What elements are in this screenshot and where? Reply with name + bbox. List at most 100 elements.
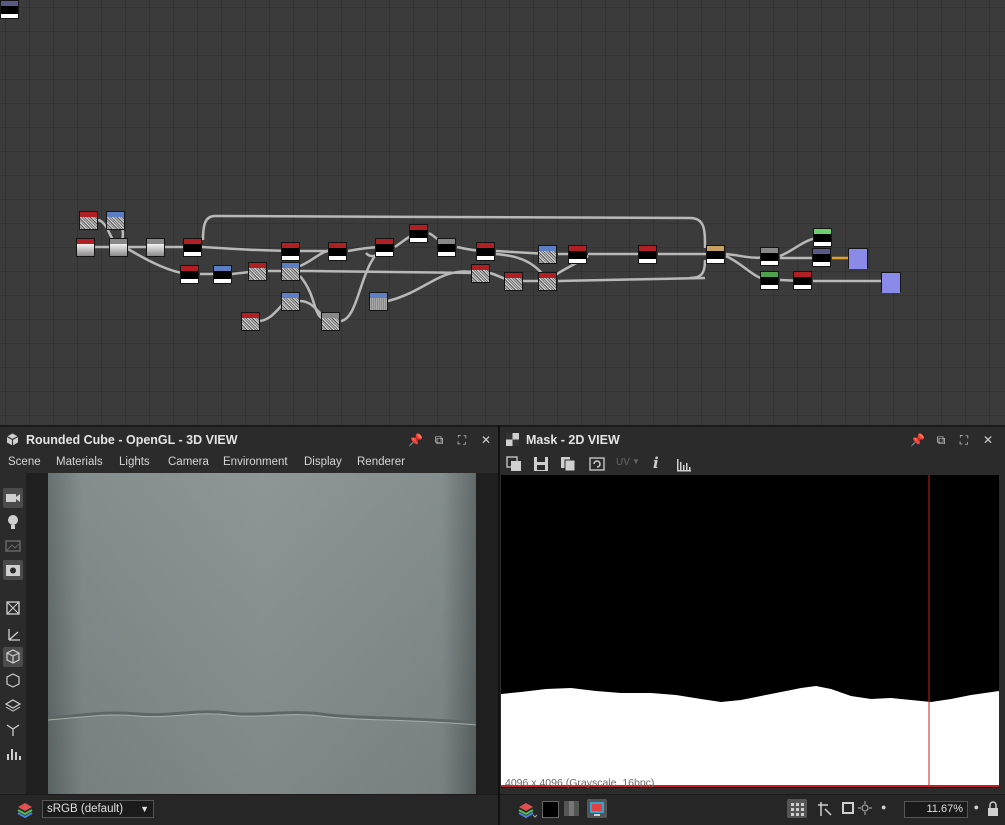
graph-node[interactable] [848, 248, 868, 269]
cube-icon [6, 433, 19, 446]
zoom-field[interactable]: 11.67% [904, 801, 968, 818]
save-icon[interactable] [533, 456, 549, 472]
menu-display[interactable]: Display [304, 456, 342, 468]
close-icon[interactable]: ✕ [981, 433, 995, 447]
panel-2d-view: Mask - 2D VIEW 📌 ⧉ ⛶ ✕ UV ▼ i 4096 x 409… [500, 425, 1005, 825]
menu-environment[interactable]: Environment [223, 456, 288, 468]
graph-node[interactable] [76, 238, 95, 257]
lock-icon[interactable] [985, 800, 1001, 817]
checker-background-button[interactable] [564, 801, 579, 816]
axis-icon[interactable] [3, 624, 23, 644]
graph-node[interactable] [471, 264, 490, 283]
panel-2d-toolbar: UV ▼ i [500, 453, 1005, 475]
graph-node[interactable] [813, 228, 832, 247]
graph-node[interactable] [538, 245, 557, 264]
graph-node[interactable] [321, 312, 340, 331]
node-graph-canvas[interactable] [0, 0, 1005, 425]
pixel-info-icon[interactable] [816, 800, 834, 818]
pin-icon[interactable]: 📌 [408, 433, 423, 447]
light-icon[interactable] [3, 512, 23, 532]
colorspace-select[interactable]: sRGB (default) ▼ [42, 800, 154, 818]
panel-3d-title: Rounded Cube - OpenGL - 3D VIEW [26, 433, 238, 447]
graph-node[interactable] [409, 224, 428, 243]
panel-3d-titlebar: Rounded Cube - OpenGL - 3D VIEW 📌 ⧉ ⛶ ✕ [0, 425, 498, 454]
zoom-in-icon[interactable]: ● [974, 802, 979, 812]
graph-node[interactable] [213, 265, 232, 284]
copy-icon[interactable] [560, 456, 576, 472]
menu-scene[interactable]: Scene [8, 456, 41, 468]
graph-node[interactable] [79, 211, 98, 230]
graph-node[interactable] [146, 238, 165, 257]
viewport-2d[interactable]: 4096 x 4096 (Grayscale, 16bpc) [501, 475, 999, 788]
center-icon[interactable] [857, 800, 873, 816]
close-icon[interactable]: ✕ [479, 433, 493, 447]
graph-node[interactable] [437, 238, 456, 257]
maximize-icon[interactable]: ⛶ [957, 433, 971, 447]
graph-node[interactable] [248, 262, 267, 281]
zoom-value: 11.67% [926, 803, 964, 815]
fit-view-icon[interactable] [506, 456, 522, 472]
graph-node[interactable] [180, 265, 199, 284]
graph-node[interactable] [706, 245, 725, 264]
float-icon[interactable]: ⧉ [432, 433, 446, 447]
graph-node[interactable] [638, 245, 657, 264]
graph-node[interactable] [109, 238, 128, 257]
graph-node[interactable] [369, 292, 388, 311]
graph-node[interactable] [241, 312, 260, 331]
viewport-3d[interactable] [26, 473, 498, 795]
uv-toggle[interactable]: UV [616, 457, 630, 468]
maximize-icon[interactable]: ⛶ [455, 433, 469, 447]
menu-camera[interactable]: Camera [168, 456, 209, 468]
pivot-icon[interactable] [3, 719, 23, 739]
panel-3d-toolbar [0, 473, 26, 795]
panel-2d-title: Mask - 2D VIEW [526, 433, 620, 447]
graph-node[interactable] [793, 271, 812, 290]
chevron-down-icon: ▼ [140, 804, 149, 814]
graph-node[interactable] [328, 242, 347, 261]
graph-node[interactable] [281, 292, 300, 311]
fit-icon[interactable] [840, 800, 856, 816]
graph-node[interactable] [812, 248, 831, 267]
uv-chevron-icon: ▼ [632, 457, 640, 466]
black-background-button[interactable] [542, 801, 559, 818]
graph-node[interactable] [881, 272, 901, 293]
shape-cube-icon[interactable] [3, 647, 23, 667]
stats-icon[interactable] [3, 744, 23, 764]
mesh-icon[interactable] [3, 671, 23, 691]
float-icon[interactable]: ⧉ [934, 433, 948, 447]
graph-node[interactable] [281, 262, 300, 281]
screenshot-icon[interactable] [3, 560, 23, 580]
info-icon[interactable]: i [653, 454, 659, 472]
camera-icon[interactable] [3, 488, 23, 508]
display-mode-button[interactable] [587, 799, 607, 818]
panel-3d-statusbar: sRGB (default) ▼ [0, 794, 498, 825]
graph-node[interactable] [568, 245, 587, 264]
menu-materials[interactable]: Materials [56, 456, 103, 468]
plane-icon[interactable] [3, 695, 23, 715]
graph-node[interactable] [760, 247, 779, 266]
grid-icon[interactable] [787, 799, 807, 818]
graph-node[interactable] [476, 242, 495, 261]
histogram-icon[interactable] [676, 456, 692, 472]
graph-node[interactable] [760, 271, 779, 290]
pin-icon[interactable]: 📌 [910, 433, 925, 447]
zoom-out-icon[interactable]: ● [881, 802, 886, 812]
graph-node[interactable] [538, 272, 557, 291]
wireframe-icon[interactable] [3, 598, 23, 618]
graph-node[interactable] [375, 238, 394, 257]
panel-2d-statusbar: ● 11.67% ● [500, 794, 1005, 825]
image-info-label: 4096 x 4096 (Grayscale, 16bpc) [505, 777, 655, 788]
environment-icon[interactable] [3, 536, 23, 556]
menu-renderer[interactable]: Renderer [357, 456, 405, 468]
layers-icon[interactable] [518, 801, 538, 819]
graph-node[interactable] [106, 211, 125, 230]
menu-lights[interactable]: Lights [119, 456, 150, 468]
graph-node[interactable] [0, 0, 19, 19]
layers-icon[interactable] [16, 801, 34, 819]
graph-node[interactable] [183, 238, 202, 257]
graph-node[interactable] [281, 242, 300, 261]
graph-node[interactable] [504, 272, 523, 291]
graph-connections [95, 214, 890, 323]
refresh-icon[interactable] [589, 456, 605, 472]
panel-3d-menubar: Scene Materials Lights Camera Environmen… [0, 453, 498, 473]
